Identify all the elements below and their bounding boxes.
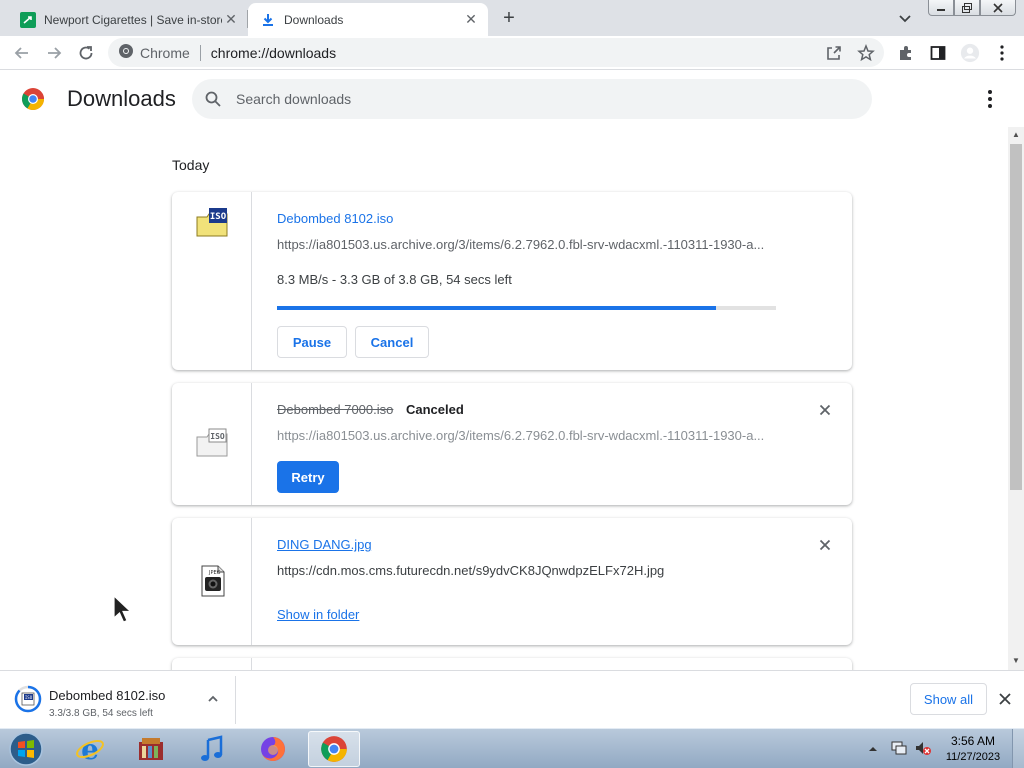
browser-menu-icon[interactable]: [992, 43, 1012, 63]
tab-downloads[interactable]: Downloads ✕: [248, 3, 488, 36]
chrome-logo-icon: [21, 87, 45, 111]
download-shelf: ISO Debombed 8102.iso 3.3/3.8 GB, 54 sec…: [0, 670, 1024, 728]
downloads-menu-icon[interactable]: [980, 89, 1000, 109]
download-item: JPEG DING DANG.jpg https://cdn.mos.cms.f…: [172, 518, 852, 645]
file-name: Debombed 7000.iso: [277, 402, 394, 417]
download-item: ISO Debombed 7000.iso Canceled https://i…: [172, 383, 852, 505]
scrollbar-thumb[interactable]: [1010, 144, 1022, 490]
search-input[interactable]: [236, 89, 836, 109]
search-icon: [204, 90, 222, 108]
cancel-button[interactable]: Cancel: [355, 326, 429, 358]
shelf-file-name: Debombed 8102.iso: [49, 688, 166, 703]
close-window-button[interactable]: [980, 0, 1016, 16]
reload-icon[interactable]: [76, 43, 96, 63]
firefox-icon[interactable]: [247, 731, 299, 767]
close-shelf-icon[interactable]: [997, 691, 1013, 707]
chrome-site-icon: [118, 43, 134, 62]
file-url: https://cdn.mos.cms.futurecdn.net/s9ydvC…: [277, 563, 665, 578]
file-icon-column: ISO: [172, 192, 252, 370]
page-title: Downloads: [67, 86, 176, 111]
network-icon[interactable]: [890, 739, 908, 760]
svg-text:ISO: ISO: [210, 212, 227, 222]
tab-title: Downloads: [284, 12, 344, 27]
svg-text:JPEG: JPEG: [208, 570, 221, 576]
newport-favicon: [20, 11, 36, 28]
show-desktop-button[interactable]: [1012, 729, 1024, 768]
close-tab-icon[interactable]: ✕: [462, 11, 480, 29]
search-downloads-bar[interactable]: [192, 79, 872, 119]
file-name-link[interactable]: DING DANG.jpg: [277, 537, 372, 552]
iso-file-icon: ISO: [195, 426, 229, 460]
music-icon[interactable]: [186, 731, 238, 767]
extensions-puzzle-icon[interactable]: [896, 43, 916, 63]
show-all-button[interactable]: Show all: [910, 683, 987, 715]
file-name-link[interactable]: Debombed 8102.iso: [277, 211, 393, 226]
tab-search-chevron-icon[interactable]: [895, 8, 915, 28]
tab-newport[interactable]: Newport Cigarettes | Save in-store ✕: [8, 3, 248, 36]
volume-muted-icon[interactable]: [914, 739, 932, 760]
chrome-icon[interactable]: [308, 731, 360, 767]
shelf-file-status: 3.3/3.8 GB, 54 secs left: [49, 708, 153, 719]
new-tab-button[interactable]: +: [498, 7, 520, 29]
close-tab-icon[interactable]: ✕: [222, 11, 240, 29]
tab-title: Newport Cigarettes | Save in-store: [44, 12, 222, 27]
internet-explorer-icon[interactable]: e: [64, 731, 116, 767]
minimize-button[interactable]: [928, 0, 954, 16]
profile-avatar-icon[interactable]: [960, 43, 980, 63]
mouse-cursor-icon: [112, 594, 136, 624]
file-url: https://ia801503.us.archive.org/3/items/…: [277, 428, 765, 443]
canceled-status: Canceled: [406, 402, 464, 417]
jpeg-file-icon: JPEG: [195, 564, 229, 598]
forward-icon[interactable]: [44, 43, 64, 63]
tray-expand-icon[interactable]: [868, 742, 878, 757]
omnibox-url[interactable]: chrome://downloads: [211, 45, 336, 61]
restore-button[interactable]: [954, 0, 980, 16]
remove-item-close-icon[interactable]: [817, 537, 833, 553]
shelf-download-item[interactable]: ISO Debombed 8102.iso 3.3/3.8 GB, 54 sec…: [8, 676, 236, 724]
download-favicon: [260, 12, 276, 28]
svg-text:e: e: [81, 734, 99, 764]
file-url: https://ia801503.us.archive.org/3/items/…: [277, 237, 765, 252]
side-panel-icon[interactable]: [928, 43, 948, 63]
show-in-folder-link[interactable]: Show in folder: [277, 607, 359, 622]
retry-button[interactable]: Retry: [277, 461, 339, 493]
iso-file-icon: ISO: [195, 206, 229, 240]
omnibox-divider: [199, 44, 201, 61]
progress-fill: [277, 306, 717, 310]
remove-item-close-icon[interactable]: [817, 402, 833, 418]
system-tray: [866, 737, 936, 761]
progress-text: 8.3 MB/s - 3.3 GB of 3.8 GB, 54 secs lef…: [277, 272, 512, 287]
file-icon-column: JPEG: [172, 518, 252, 645]
browser-toolbar: Chrome chrome://downloads: [0, 36, 1024, 70]
library-icon[interactable]: [125, 731, 177, 767]
section-date-header: Today: [172, 157, 210, 173]
start-orb-icon[interactable]: [6, 730, 46, 768]
file-icon-column: ISO: [172, 383, 252, 505]
back-icon[interactable]: [12, 43, 32, 63]
bookmark-star-icon[interactable]: [856, 43, 876, 63]
clock-date[interactable]: 11/27/2023: [940, 751, 1006, 763]
chevron-up-icon[interactable]: [206, 692, 220, 706]
omnibox[interactable]: Chrome chrome://downloads: [108, 38, 884, 67]
pause-button[interactable]: Pause: [277, 326, 347, 358]
clock-time[interactable]: 3:56 AM: [946, 734, 1000, 748]
downloads-header: Downloads: [0, 71, 1024, 127]
download-item: ISO Debombed 8102.iso https://ia801503.u…: [172, 192, 852, 370]
scroll-down-arrow-icon[interactable]: ▼: [1010, 656, 1022, 666]
tab-strip: Newport Cigarettes | Save in-store ✕ Dow…: [0, 0, 1024, 36]
download-progress-bar: [277, 306, 776, 310]
share-icon[interactable]: [824, 43, 844, 63]
windows-taskbar: e 3:56 AM 11/27/2023: [0, 728, 1024, 768]
scroll-up-arrow-icon[interactable]: ▲: [1010, 130, 1022, 140]
shelf-progress-ring: ISO: [14, 685, 42, 713]
omnibox-site-label: Chrome: [140, 44, 190, 61]
svg-text:ISO: ISO: [25, 695, 33, 700]
svg-text:ISO: ISO: [210, 432, 225, 441]
